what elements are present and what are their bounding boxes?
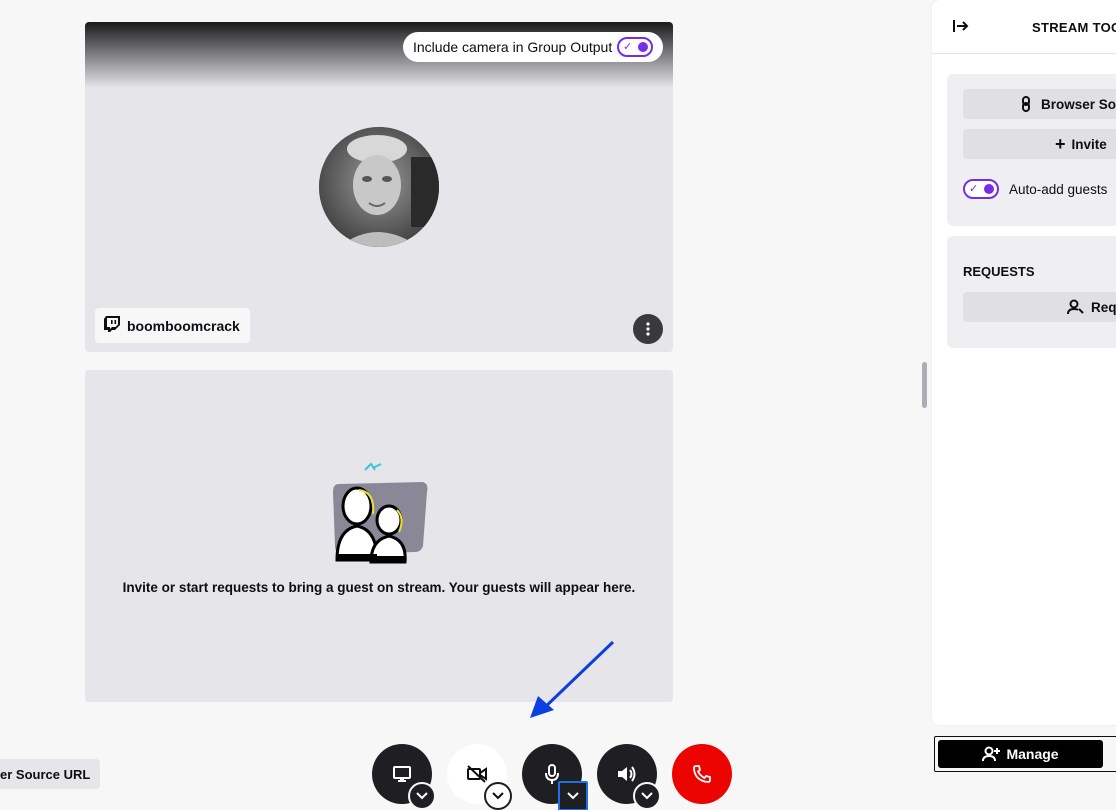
chevron-down-icon (416, 792, 428, 800)
chevron-down-icon (567, 792, 579, 800)
speaker-options-button[interactable] (633, 782, 661, 810)
requests-button-label: Requ (1091, 299, 1116, 315)
include-camera-toggle[interactable]: ✓ (617, 37, 653, 57)
browser-source-label: Browser Sou (1041, 96, 1116, 112)
include-camera-label: Include camera in Group Output (413, 39, 613, 55)
include-camera-toggle-pill[interactable]: Include camera in Group Output ✓ (403, 32, 663, 62)
manage-label: Manage (1006, 746, 1059, 762)
link-icon (1022, 96, 1030, 112)
auto-add-guests-row[interactable]: ✓ Auto-add guests (963, 179, 1107, 199)
check-icon: ✓ (623, 41, 633, 53)
microphone-options-button[interactable] (558, 781, 588, 810)
toggle-knob (638, 42, 648, 52)
more-vertical-icon (646, 322, 650, 336)
panel-header: STREAM TOG (932, 0, 1116, 54)
end-call-icon (693, 765, 711, 783)
panel-title: STREAM TOG (1032, 20, 1116, 35)
toggle-knob (984, 184, 994, 194)
monitor-icon (393, 766, 411, 782)
webcam-avatar (319, 127, 439, 247)
chevron-down-icon (492, 792, 504, 800)
camera-off-icon (467, 765, 487, 783)
annotation-arrow-icon (530, 640, 615, 718)
auto-add-guests-toggle[interactable]: ✓ (963, 179, 999, 199)
screen-share-options-button[interactable] (408, 782, 436, 810)
user-request-icon (1067, 299, 1084, 315)
stream-together-panel: STREAM TOG Browser Sou + Invite ✓ Auto-a… (932, 0, 1116, 725)
speaker-icon (618, 766, 636, 782)
camera-options-button[interactable] (484, 782, 512, 810)
username-label: boomboomcrack (127, 317, 240, 334)
check-icon: ✓ (969, 183, 979, 195)
guest-placeholder-message: Invite or start requests to bring a gues… (122, 580, 636, 595)
camera-tile: Include camera in Group Output ✓ boomboo… (85, 22, 673, 352)
requests-heading: REQUESTS (963, 264, 1035, 279)
invite-button[interactable]: + Invite (963, 129, 1116, 159)
plus-icon: + (1055, 133, 1066, 154)
requests-button[interactable]: Requ (963, 292, 1116, 322)
manage-button[interactable]: Manage (938, 740, 1103, 768)
guests-illustration-icon (329, 462, 433, 572)
twitch-icon (103, 315, 121, 336)
requests-section: REQUESTS Requ (947, 236, 1116, 348)
guest-invite-section: Browser Sou + Invite ✓ Auto-add guests (947, 74, 1116, 226)
scrollbar-thumb[interactable] (922, 362, 927, 408)
auto-add-guests-label: Auto-add guests (1009, 181, 1108, 197)
username-badge: boomboomcrack (95, 308, 250, 343)
chevron-down-icon (641, 792, 653, 800)
more-options-button[interactable] (633, 314, 663, 344)
manage-button-wrapper: Manage (934, 736, 1116, 772)
end-call-button[interactable] (672, 744, 732, 804)
invite-label: Invite (1071, 136, 1107, 152)
collapse-panel-icon[interactable] (952, 18, 970, 39)
browser-source-button[interactable]: Browser Sou (963, 89, 1116, 119)
add-user-icon (982, 746, 1001, 762)
